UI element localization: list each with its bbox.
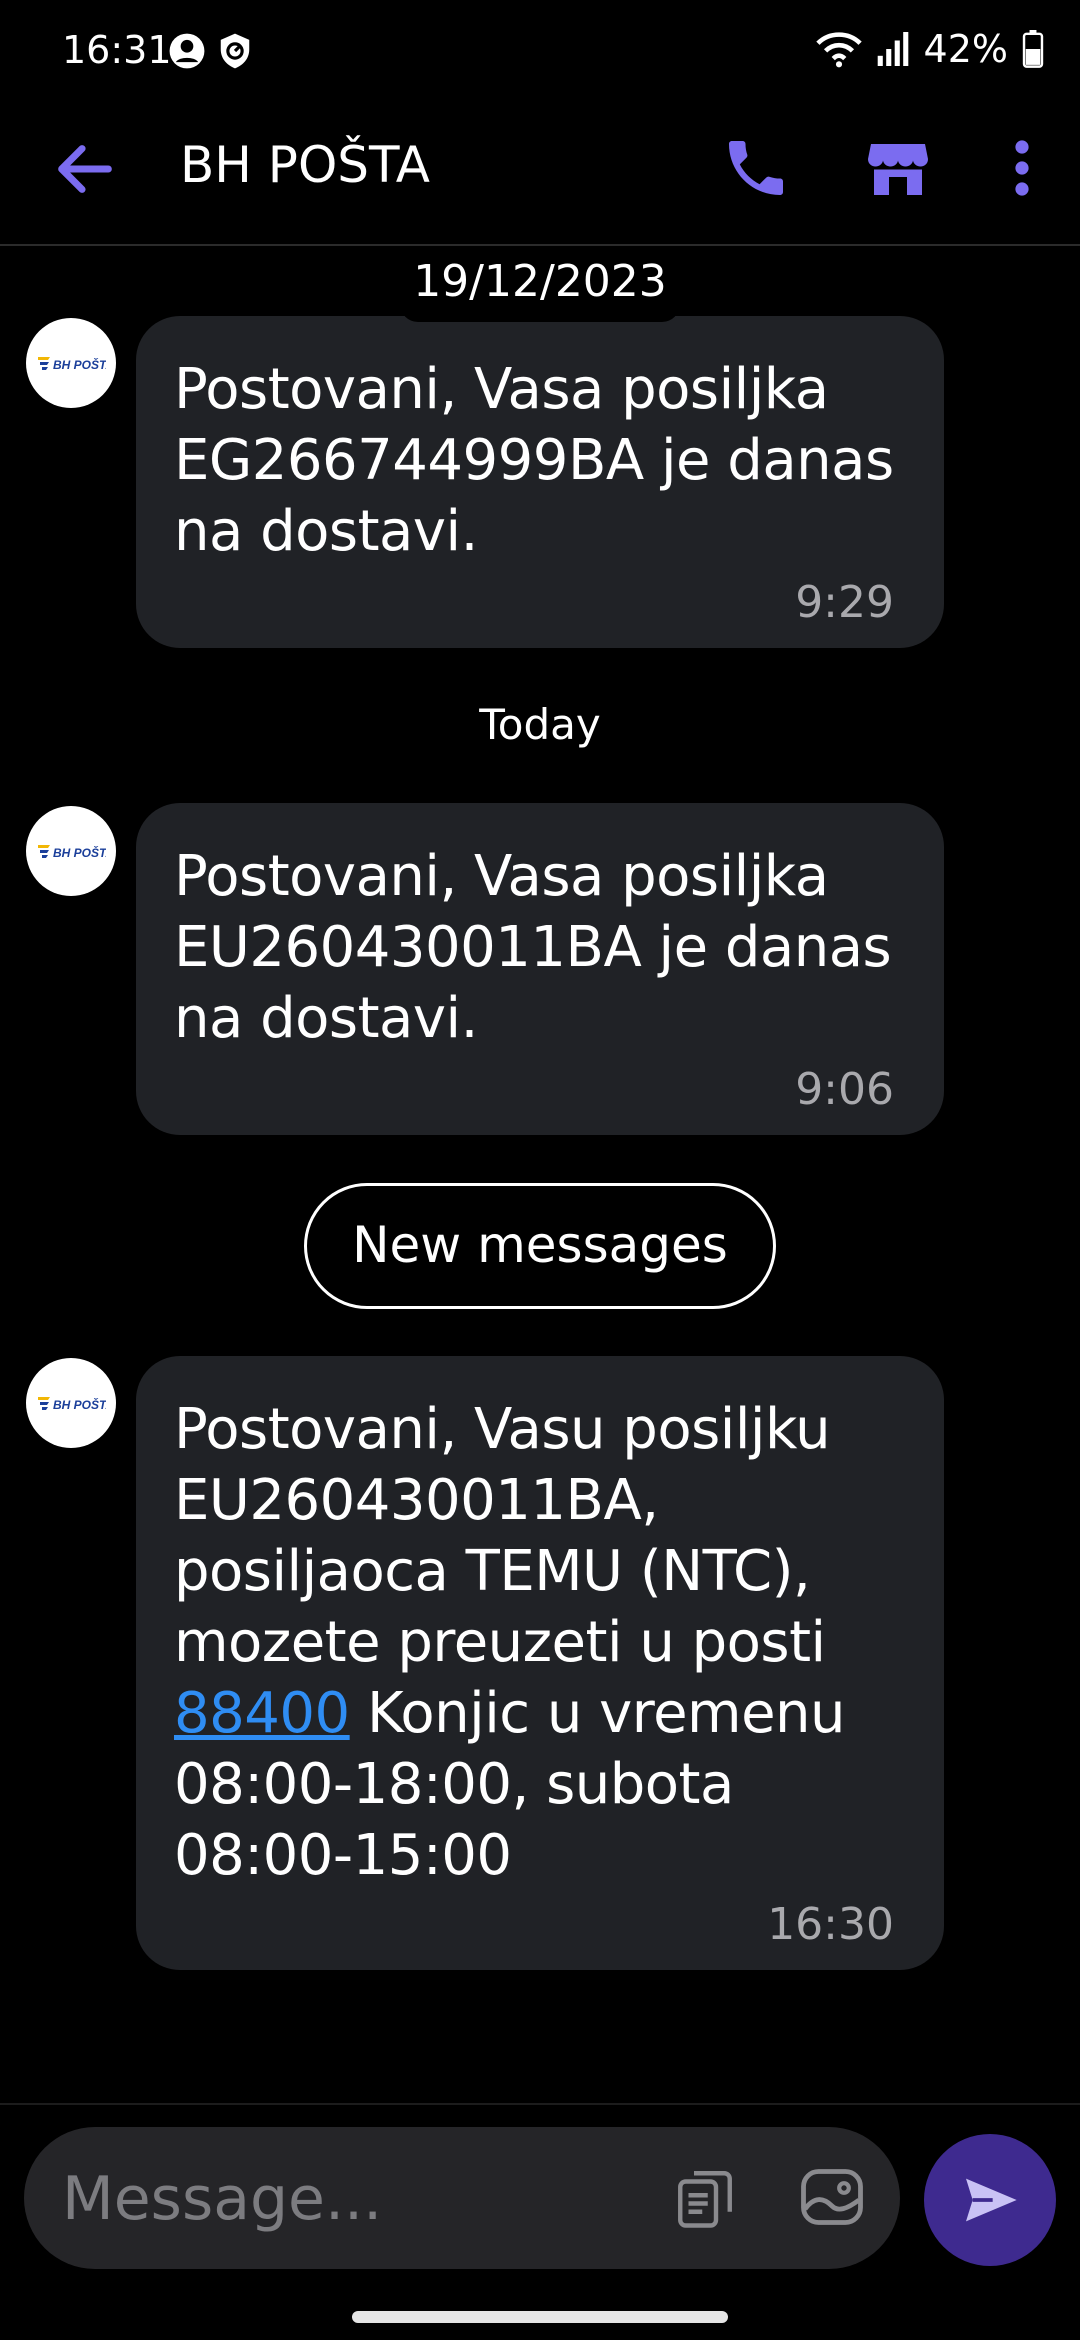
battery-icon: [1022, 30, 1044, 68]
status-time: 16:31: [62, 28, 172, 72]
battery-percent: 42%: [923, 27, 1008, 71]
template-icon[interactable]: [672, 2165, 738, 2231]
message-time: 16:30: [767, 1899, 894, 1950]
svg-text:BH POŠTA: BH POŠTA: [53, 845, 106, 860]
image-icon[interactable]: [796, 2161, 868, 2233]
message-time: 9:06: [795, 1064, 894, 1115]
message-bubble[interactable]: Postovani, Vasu posiljku EU260430011BA, …: [136, 1356, 944, 1970]
wifi-icon: [815, 32, 862, 68]
send-button[interactable]: [924, 2134, 1056, 2266]
status-bar: 16:31 42%: [0, 0, 1080, 104]
home-indicator[interactable]: [352, 2311, 728, 2323]
status-right: 42%: [815, 26, 1044, 72]
message-text: Postovani, Vasa posiljka EG266744999BA j…: [174, 357, 894, 564]
conversation-title: BH POŠTA: [180, 136, 430, 194]
postal-code-link[interactable]: 88400: [174, 1681, 350, 1746]
signal-icon: [877, 32, 908, 66]
message-input[interactable]: [60, 2151, 664, 2247]
svg-text:BH POŠTA: BH POŠTA: [53, 1397, 106, 1412]
message-text-part: Postovani, Vasu posiljku EU260430011BA, …: [174, 1397, 831, 1675]
svg-text:BH POŠTA: BH POŠTA: [53, 357, 106, 372]
message-text: Postovani, Vasu posiljku EU260430011BA, …: [174, 1394, 894, 1891]
account-circle-icon: [169, 33, 205, 69]
bh-posta-logo-icon: BH POŠTA: [38, 357, 106, 372]
date-separator: 19/12/2023: [400, 250, 680, 322]
message-text: Postovani, Vasa posiljka EU260430011BA j…: [174, 844, 892, 1051]
sender-avatar[interactable]: BH POŠTA: [26, 318, 116, 408]
more-vert-icon[interactable]: [1000, 132, 1044, 204]
bh-posta-logo-icon: BH POŠTA: [38, 1397, 106, 1412]
message-bubble[interactable]: Postovani, Vasa posiljka EG266744999BA j…: [136, 316, 944, 648]
new-messages-button[interactable]: New messages: [304, 1183, 776, 1309]
phone-icon[interactable]: [720, 132, 792, 204]
send-icon: [966, 2178, 1017, 2222]
message-time: 9:29: [795, 577, 894, 628]
sender-avatar[interactable]: BH POŠTA: [26, 806, 116, 896]
shield-icon: [220, 33, 250, 69]
bh-posta-logo-icon: BH POŠTA: [38, 845, 106, 860]
message-bubble[interactable]: Postovani, Vasa posiljka EU260430011BA j…: [136, 803, 944, 1135]
composer-divider: [0, 2103, 1080, 2105]
composer: [24, 2127, 900, 2269]
today-separator: Today: [479, 700, 601, 749]
store-icon[interactable]: [862, 132, 934, 204]
back-arrow-icon[interactable]: [50, 134, 120, 204]
app-bar: BH POŠTA: [0, 104, 1080, 246]
sender-avatar[interactable]: BH POŠTA: [26, 1358, 116, 1448]
